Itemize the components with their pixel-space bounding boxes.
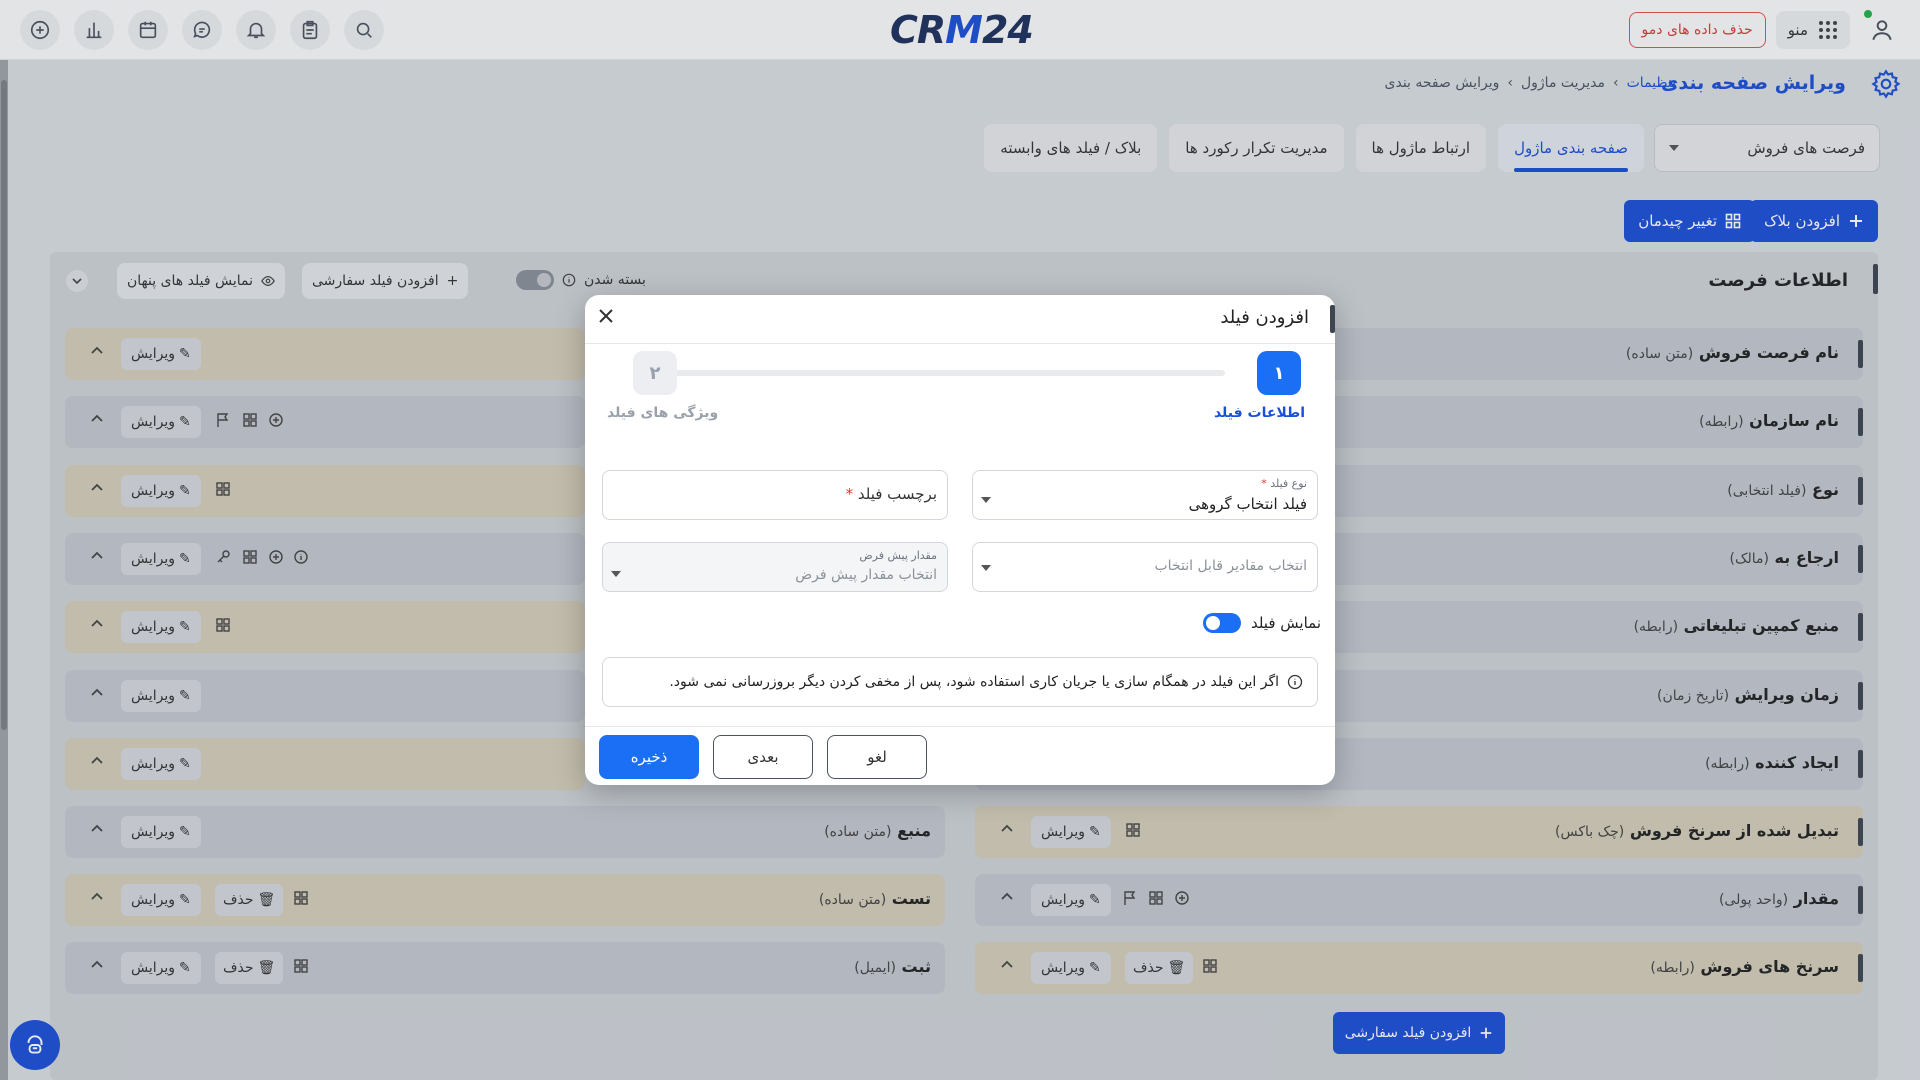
close-icon[interactable] [595, 305, 621, 331]
info-note-text: اگر این فیلد در همگام سازی یا جریان کاری… [669, 674, 1279, 690]
info-note: اگر این فیلد در همگام سازی یا جریان کاری… [602, 657, 1318, 707]
default-value-caption: مقدار پیش فرض [859, 549, 937, 562]
modal-divider [585, 343, 1335, 344]
field-type-caption: نوع فیلد * [1261, 477, 1307, 490]
chevron-down-icon [981, 497, 991, 503]
next-button[interactable]: بعدی [713, 735, 813, 779]
modal-marker [1330, 305, 1335, 333]
step-1-label: اطلاعات فیلد [1213, 405, 1305, 421]
show-field-label: نمایش فیلد [1250, 614, 1321, 632]
chevron-down-icon [981, 565, 991, 571]
default-value-placeholder: انتخاب مقدار پیش فرض [795, 567, 937, 583]
field-type-value: فیلد انتخاب گروهی [1188, 495, 1307, 513]
save-button[interactable]: ذخیره [599, 735, 699, 779]
step-2-label: ویژگی های فیلد [607, 405, 719, 421]
cancel-button[interactable]: لغو [827, 735, 927, 779]
step-1-indicator[interactable]: ۱ [1257, 351, 1301, 395]
selectable-values-select[interactable]: انتخاب مقادیر قابل انتخاب [972, 542, 1318, 592]
step-2-indicator[interactable]: ۲ [633, 351, 677, 395]
show-field-switch[interactable] [1202, 613, 1241, 633]
modal-title: افزودن فیلد [1220, 307, 1309, 328]
footer-divider [585, 726, 1335, 727]
chevron-down-icon [611, 571, 621, 577]
default-value-select[interactable]: مقدار پیش فرض انتخاب مقدار پیش فرض [602, 542, 948, 592]
info-icon [1287, 674, 1303, 690]
field-label-input[interactable]: برچسب فیلد * [602, 470, 948, 520]
field-type-select[interactable]: نوع فیلد * فیلد انتخاب گروهی [972, 470, 1318, 520]
stepper-track [675, 370, 1225, 376]
selectable-values-placeholder: انتخاب مقادیر قابل انتخاب [1154, 558, 1308, 574]
field-label-placeholder: برچسب فیلد * [845, 485, 937, 503]
show-field-toggle-row: نمایش فیلد [1202, 613, 1321, 633]
add-field-modal: افزودن فیلد ۱ ۲ اطلاعات فیلد ویژگی های ف… [585, 295, 1335, 785]
